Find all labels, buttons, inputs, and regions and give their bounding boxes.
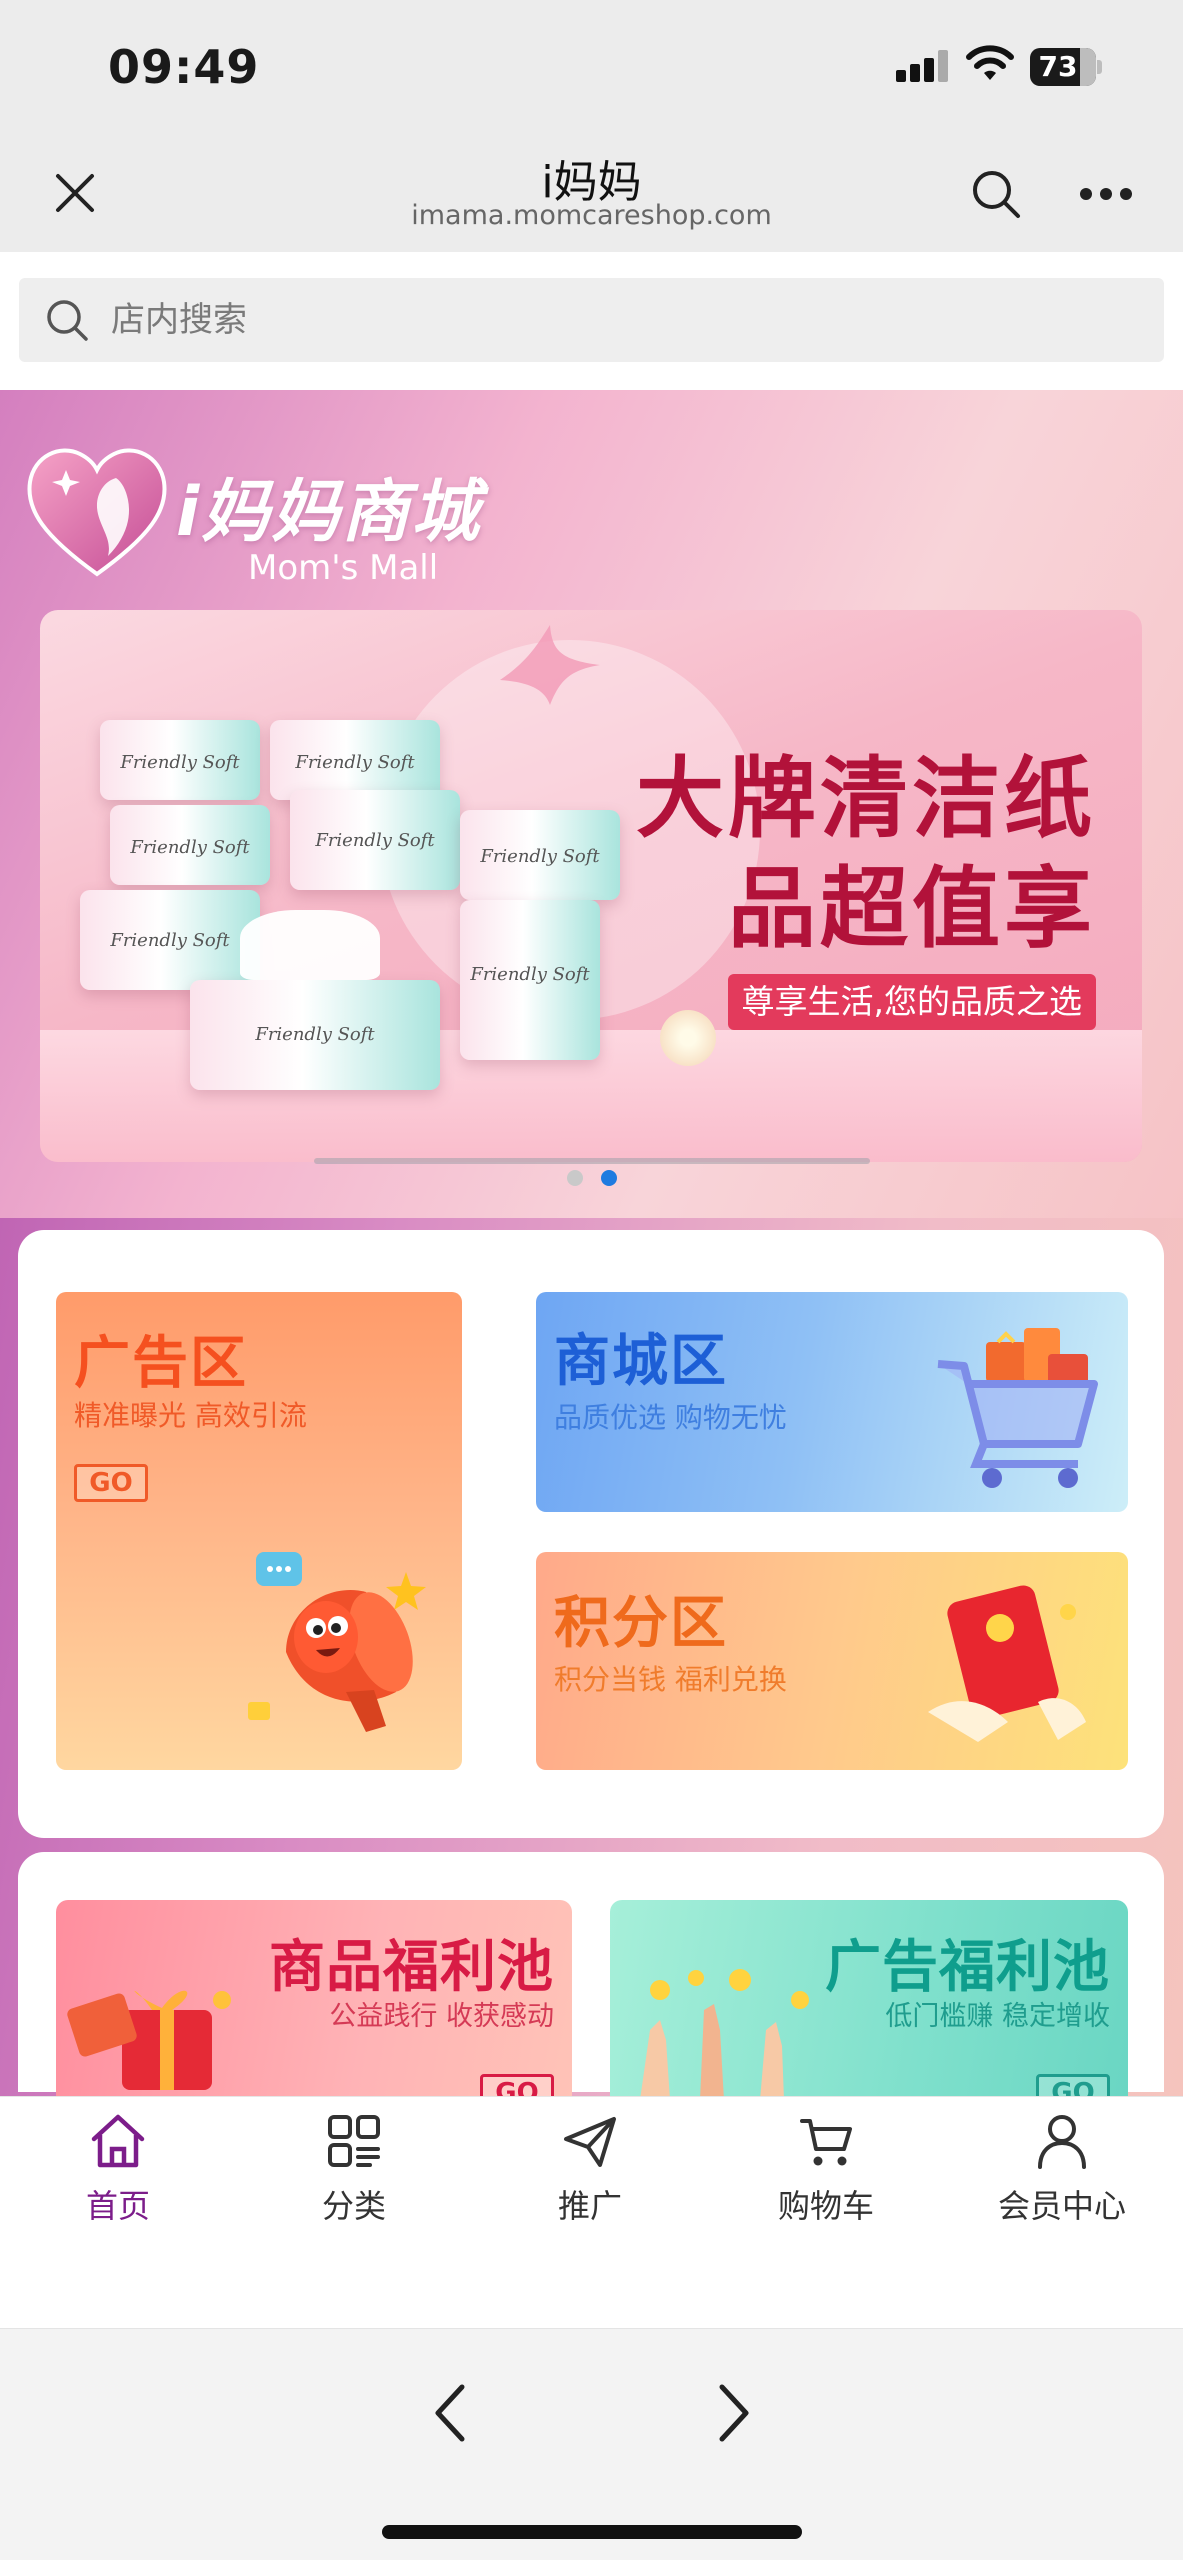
battery-percent: 73 [1038, 50, 1078, 83]
ad-zone-card[interactable]: 广告区 精准曝光 高效引流 GO [56, 1292, 462, 1770]
mall-zone-title: 商城区 [554, 1329, 728, 1394]
user-icon [1038, 2115, 1086, 2169]
tissue-pack: Friendly Soft [80, 890, 260, 990]
slide-progress-bar [314, 1158, 870, 1164]
search-input[interactable] [111, 278, 1131, 362]
tissue-pack: Friendly Soft [100, 720, 260, 800]
goods-welfare-subtitle: 公益践行 收获感动 [329, 2001, 554, 2032]
shopping-cart-icon [937, 1328, 1098, 1488]
brand-subtitle: Mom's Mall [248, 548, 439, 588]
points-zone-subtitle: 积分当钱 福利兑换 [554, 1663, 787, 1696]
search-icon[interactable] [968, 166, 1024, 222]
browser-toolbar [0, 2328, 1183, 2560]
tissue-pack: Friendly Soft [190, 980, 440, 1090]
carousel-dot[interactable] [566, 1170, 583, 1186]
promo-tagline: 尊享生活,您的品质之选 [727, 974, 1096, 1030]
tab-member-center[interactable]: 会员中心 [944, 2111, 1180, 2231]
mall-zone-card[interactable]: 商城区 品质优选 购物无忧 [536, 1292, 1128, 1512]
carousel-dot-active[interactable] [600, 1170, 617, 1186]
bottom-tab-bar: 首页 分类 推广 购物车 会员中心 [0, 2096, 1183, 2328]
tab-label: 会员中心 [997, 2187, 1126, 2225]
goods-welfare-pool-card[interactable]: 商品福利池 公益践行 收获感动 GO [56, 1900, 572, 2100]
brand-name: i妈妈商城 [176, 473, 482, 552]
promo-slide[interactable]: Friendly Soft Friendly Soft Friendly Sof… [40, 610, 1142, 1162]
home-indicator[interactable] [382, 2525, 802, 2539]
home-icon [91, 2114, 145, 2168]
battery-icon: 73 [1030, 48, 1102, 86]
goods-welfare-title: 商品福利池 [269, 1935, 554, 2000]
ads-welfare-subtitle: 低门槛赚 稳定增收 [885, 2001, 1110, 2032]
flower-icon [660, 1010, 716, 1066]
ad-zone-title: 广告区 [74, 1331, 248, 1396]
tab-label: 分类 [321, 2187, 386, 2225]
points-zone-title: 积分区 [554, 1591, 728, 1656]
gift-box-icon [67, 1990, 231, 2090]
status-time: 09:49 [108, 40, 260, 94]
wifi-icon [966, 45, 1014, 80]
cart-icon [800, 2119, 852, 2166]
tab-category[interactable]: 分类 [236, 2111, 472, 2231]
promo-headline-1: 大牌清洁纸 [635, 747, 1096, 850]
mall-zone-subtitle: 品质优选 购物无忧 [554, 1401, 787, 1434]
tissue-sheet [240, 910, 380, 980]
chevron-left-icon[interactable] [424, 2373, 480, 2453]
tissue-pack: Friendly Soft [290, 790, 460, 890]
ad-zone-go-button[interactable]: GO [74, 1464, 148, 1502]
more-icon[interactable] [1076, 184, 1136, 204]
tissue-pack: Friendly Soft [460, 900, 600, 1060]
category-icon [328, 2115, 380, 2167]
search-icon [47, 300, 88, 341]
chevron-right-icon[interactable] [704, 2373, 760, 2453]
megaphone-icon [248, 1552, 426, 1732]
search-bar[interactable] [19, 278, 1164, 362]
red-envelope-icon [928, 1585, 1086, 1742]
tissue-pack: Friendly Soft [110, 805, 270, 885]
browser-nav-bar: i妈妈 imama.momcareshop.com [0, 128, 1183, 252]
carousel-dots[interactable] [0, 1170, 1183, 1190]
ads-welfare-pool-card[interactable]: 广告福利池 低门槛赚 稳定增收 GO [610, 1900, 1128, 2100]
promo-banner[interactable]: i妈妈商城 Mom's Mall Friendly Soft Friendly … [0, 390, 1183, 1218]
hands-coins-icon [640, 1969, 809, 2100]
points-zone-card[interactable]: 积分区 积分当钱 福利兑换 [536, 1552, 1128, 1770]
ad-zone-subtitle: 精准曝光 高效引流 [74, 1399, 307, 1432]
tissue-pack: Friendly Soft [460, 810, 620, 900]
tab-cart[interactable]: 购物车 [708, 2111, 944, 2231]
signal-icon [896, 50, 956, 82]
tab-promote[interactable]: 推广 [472, 2111, 708, 2231]
tab-label: 购物车 [777, 2187, 874, 2225]
status-bar: 09:49 73 [0, 0, 1183, 128]
tab-home[interactable]: 首页 [0, 2111, 236, 2231]
ads-welfare-title: 广告福利池 [825, 1935, 1110, 2000]
bird-icon [500, 625, 600, 705]
tab-label: 首页 [85, 2187, 150, 2225]
promo-headline-2: 品超值享 [727, 857, 1096, 960]
heart-logo-icon [27, 448, 167, 577]
send-icon [564, 2117, 616, 2167]
tab-label: 推广 [557, 2187, 622, 2225]
tissue-pack: Friendly Soft [270, 720, 440, 800]
